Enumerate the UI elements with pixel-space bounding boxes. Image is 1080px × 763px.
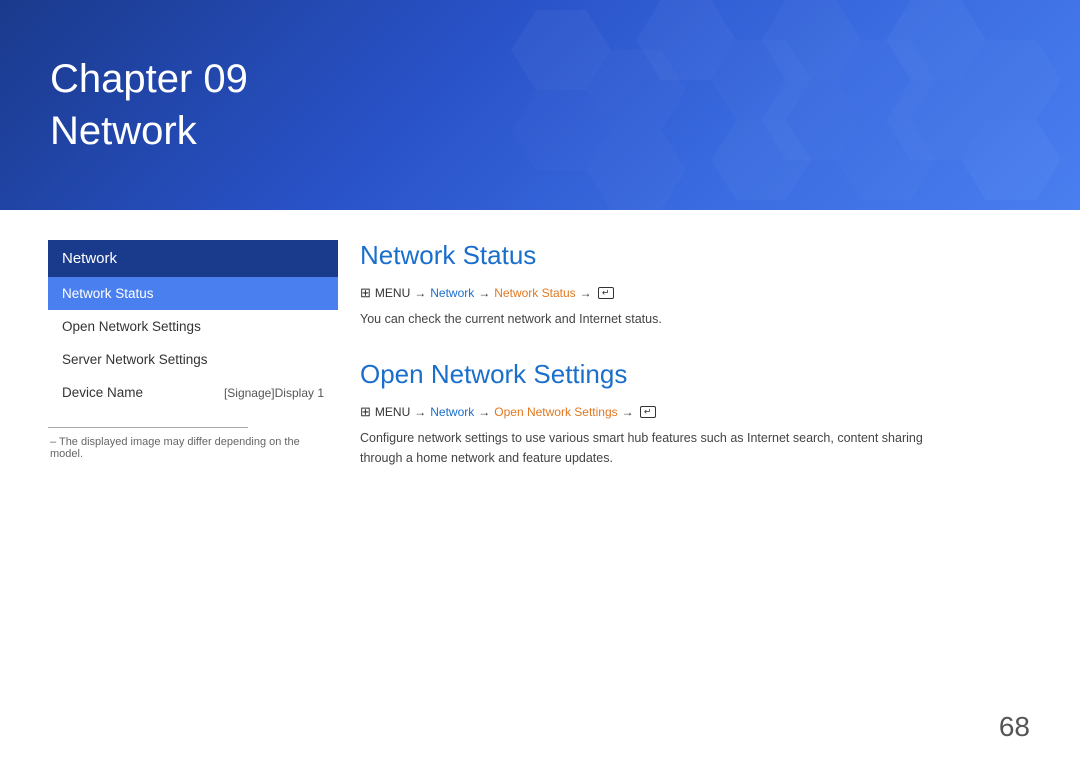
sidebar-note: – The displayed image may differ dependi… bbox=[48, 436, 300, 460]
breadcrumb-network-link-2: Network bbox=[430, 405, 474, 419]
sidebar-divider bbox=[48, 427, 248, 428]
page-number: 68 bbox=[999, 711, 1030, 743]
open-network-settings-breadcrumb: ⊞ MENU → Network → Open Network Settings… bbox=[360, 404, 1030, 420]
breadcrumb-menu-text-2: MENU bbox=[375, 405, 410, 419]
breadcrumb-network-link: Network bbox=[430, 286, 474, 300]
breadcrumb-open-network-link: Open Network Settings bbox=[494, 405, 617, 419]
network-status-title: Network Status bbox=[360, 240, 1030, 271]
sidebar-item-network-status[interactable]: Network Status bbox=[48, 277, 338, 310]
enter-icon-1 bbox=[598, 287, 614, 299]
open-network-settings-section: Open Network Settings ⊞ MENU → Network →… bbox=[360, 359, 1030, 468]
header-banner: Chapter 09 Network bbox=[0, 0, 1080, 210]
sidebar-item-open-network-settings[interactable]: Open Network Settings bbox=[48, 310, 338, 343]
network-status-section: Network Status ⊞ MENU → Network → Networ… bbox=[360, 240, 1030, 329]
header-title: Chapter 09 Network bbox=[50, 53, 248, 157]
open-network-settings-desc: Configure network settings to use variou… bbox=[360, 428, 940, 468]
hex-background-pattern bbox=[432, 0, 1080, 210]
sidebar: Network Network Status Open Network Sett… bbox=[0, 210, 300, 763]
menu-icon-2: ⊞ bbox=[360, 404, 371, 420]
breadcrumb-menu-text: MENU bbox=[375, 286, 410, 300]
menu-icon: ⊞ bbox=[360, 285, 371, 301]
network-status-breadcrumb: ⊞ MENU → Network → Network Status → bbox=[360, 285, 1030, 301]
sidebar-section-header: Network bbox=[48, 240, 338, 277]
sidebar-item-server-network-settings[interactable]: Server Network Settings bbox=[48, 343, 338, 376]
chapter-label: Chapter 09 bbox=[50, 53, 248, 105]
network-status-desc: You can check the current network and In… bbox=[360, 309, 1030, 329]
enter-icon-2 bbox=[640, 406, 656, 418]
open-network-settings-title: Open Network Settings bbox=[360, 359, 1030, 390]
breadcrumb-network-status-link: Network Status bbox=[494, 286, 575, 300]
right-content: Network Status ⊞ MENU → Network → Networ… bbox=[300, 210, 1080, 763]
network-label: Network bbox=[50, 105, 248, 157]
main-content: Network Network Status Open Network Sett… bbox=[0, 210, 1080, 763]
sidebar-item-device-name[interactable]: Device Name [Signage]Display 1 bbox=[48, 376, 338, 409]
